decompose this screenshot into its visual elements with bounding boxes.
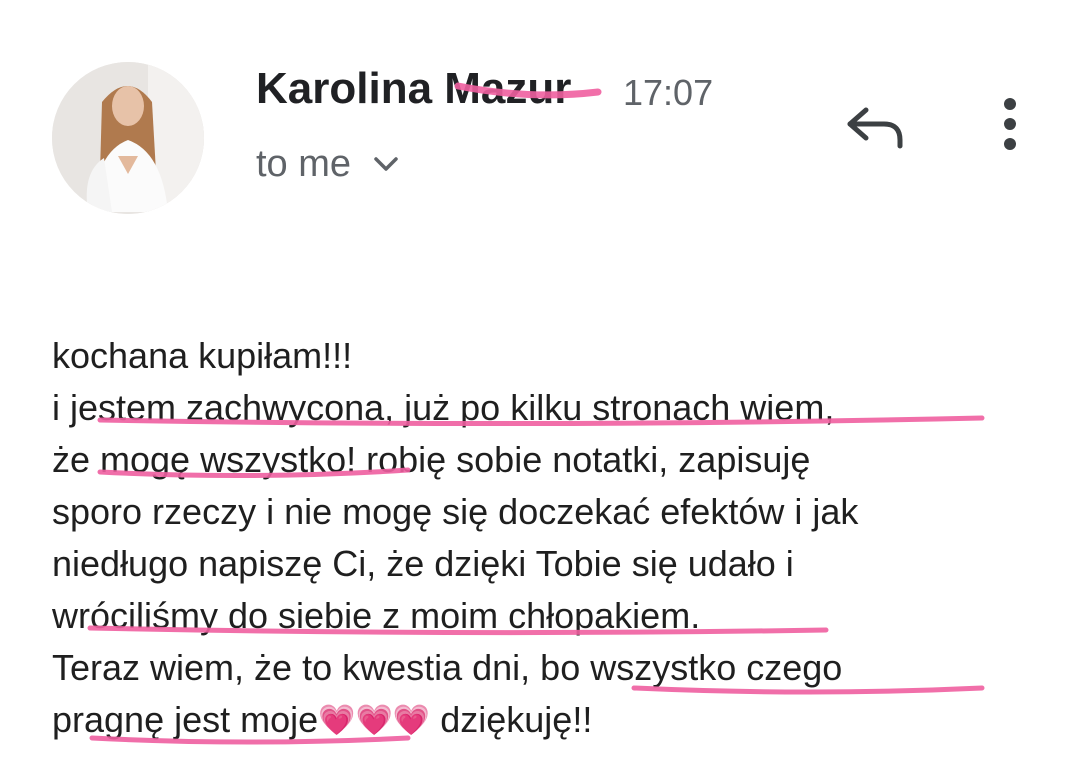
sender-name: Karolina Mazur xyxy=(256,64,572,113)
heart-emoji: 💗💗💗 xyxy=(318,704,431,737)
recipient-details-toggle[interactable]: to me xyxy=(256,140,399,188)
body-line-7: Teraz wiem, że to kwestia dni, bo wszyst… xyxy=(52,647,843,688)
reply-button[interactable] xyxy=(840,98,910,154)
recipient-label: to me xyxy=(256,143,352,185)
body-line-4: sporo rzeczy i nie mogę się doczekać efe… xyxy=(52,491,859,532)
more-options-button[interactable] xyxy=(988,92,1032,156)
chevron-down-icon xyxy=(374,157,398,171)
body-line-8-end: dziękuję!! xyxy=(440,699,593,740)
more-vert-icon xyxy=(1004,98,1016,150)
avatar-photo xyxy=(52,62,204,214)
email-body: kochana kupiłam!!! i jestem zachwycona, … xyxy=(52,330,1062,746)
body-line-5: niedługo napiszę Ci, że dzięki Tobie się… xyxy=(52,543,794,584)
avatar[interactable] xyxy=(52,62,204,214)
body-line-1: kochana kupiłam!!! xyxy=(52,335,353,376)
body-line-6: wróciliśmy do siebie z moim chłopakiem. xyxy=(52,595,701,636)
email-timestamp: 17:07 xyxy=(623,72,714,113)
body-line-8: pragnę jest moje💗💗💗 dziękuję!! xyxy=(52,694,1062,746)
body-line-8-text: pragnę jest moje xyxy=(52,699,319,740)
reply-arrow-icon xyxy=(847,107,903,149)
body-line-3: że mogę wszystko! robię sobie notatki, z… xyxy=(52,439,811,480)
body-line-2: i jestem zachwycona, już po kilku strona… xyxy=(52,387,835,428)
